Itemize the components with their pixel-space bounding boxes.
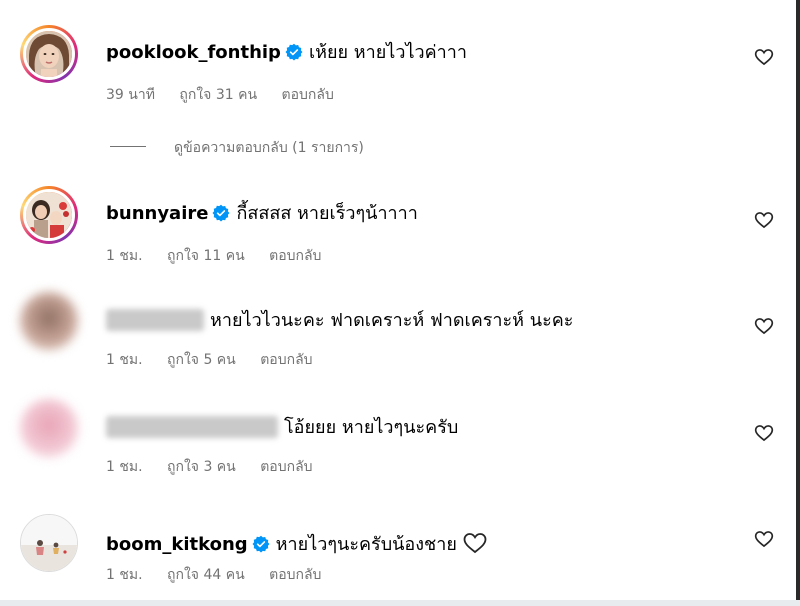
username[interactable]: pooklook_fonthip — [106, 42, 281, 63]
comment-text: เห้ยย หายไวไวค่าาา — [308, 42, 467, 63]
comment-text: หายไวไวนะคะ ฟาดเคราะห์ ฟาดเคราะห์ นะคะ — [210, 310, 574, 331]
comment-meta: 1 ชม. ถูกใจ 11 คน ตอบกลับ — [106, 245, 341, 267]
like-count[interactable]: ถูกใจ 31 คน — [179, 87, 257, 103]
avatar[interactable] — [20, 25, 78, 83]
replies-divider — [110, 146, 146, 147]
comment-time[interactable]: 39 นาที — [106, 87, 155, 103]
heart-outline-icon[interactable] — [754, 210, 774, 230]
blurred-username[interactable] — [106, 309, 204, 331]
like-count[interactable]: ถูกใจ 44 คน — [167, 567, 245, 583]
heart-outline-icon[interactable] — [754, 529, 774, 549]
comment-meta: 1 ชม. ถูกใจ 5 คน ตอบกลับ — [106, 349, 333, 371]
view-replies-label: ดูข้อความตอบกลับ (1 รายการ) — [174, 140, 364, 156]
reply-button[interactable]: ตอบกลับ — [260, 459, 312, 475]
comment-text: หายไวๆนะครับน้องชาย — [275, 534, 457, 555]
window-edge — [796, 0, 800, 606]
scroll-area-bottom — [0, 600, 800, 606]
like-count[interactable]: ถูกใจ 5 คน — [167, 352, 236, 368]
comment-meta: 1 ชม. ถูกใจ 44 คน ตอบกลับ — [106, 564, 341, 586]
heart-emoji-icon — [463, 532, 487, 560]
comment-time[interactable]: 1 ชม. — [106, 567, 143, 583]
avatar[interactable] — [20, 186, 78, 244]
verified-badge-icon — [212, 204, 230, 228]
username[interactable]: boom_kitkong — [106, 534, 248, 555]
heart-outline-icon[interactable] — [754, 316, 774, 336]
comments-panel: pooklook_fonthip เห้ยย หายไวไวค่าาา 39 นา… — [0, 0, 800, 606]
username[interactable]: bunnyaire — [106, 203, 208, 224]
comment-text: กี้สสสส หายเร็วๆน้าาาา — [236, 203, 418, 224]
reply-button[interactable]: ตอบกลับ — [260, 352, 312, 368]
avatar[interactable] — [20, 399, 78, 457]
reply-button[interactable]: ตอบกลับ — [269, 248, 321, 264]
comment-text: โอ้ยยย หายไวๆนะครับ — [284, 417, 459, 438]
comment-meta: 39 นาที ถูกใจ 31 คน ตอบกลับ — [106, 84, 354, 106]
avatar[interactable] — [20, 292, 78, 350]
view-replies-button[interactable]: ดูข้อความตอบกลับ (1 รายการ) — [110, 137, 364, 159]
verified-badge-icon — [252, 535, 270, 559]
comment-time[interactable]: 1 ชม. — [106, 459, 143, 475]
like-count[interactable]: ถูกใจ 11 คน — [167, 248, 245, 264]
heart-outline-icon[interactable] — [754, 47, 774, 67]
comment-time[interactable]: 1 ชม. — [106, 352, 143, 368]
reply-button[interactable]: ตอบกลับ — [282, 87, 334, 103]
blurred-username[interactable] — [106, 416, 278, 438]
comment-time[interactable]: 1 ชม. — [106, 248, 143, 264]
comment-meta: 1 ชม. ถูกใจ 3 คน ตอบกลับ — [106, 456, 333, 478]
heart-outline-icon[interactable] — [754, 423, 774, 443]
like-count[interactable]: ถูกใจ 3 คน — [167, 459, 236, 475]
reply-button[interactable]: ตอบกลับ — [269, 567, 321, 583]
verified-badge-icon — [285, 43, 303, 67]
avatar[interactable] — [20, 514, 78, 572]
